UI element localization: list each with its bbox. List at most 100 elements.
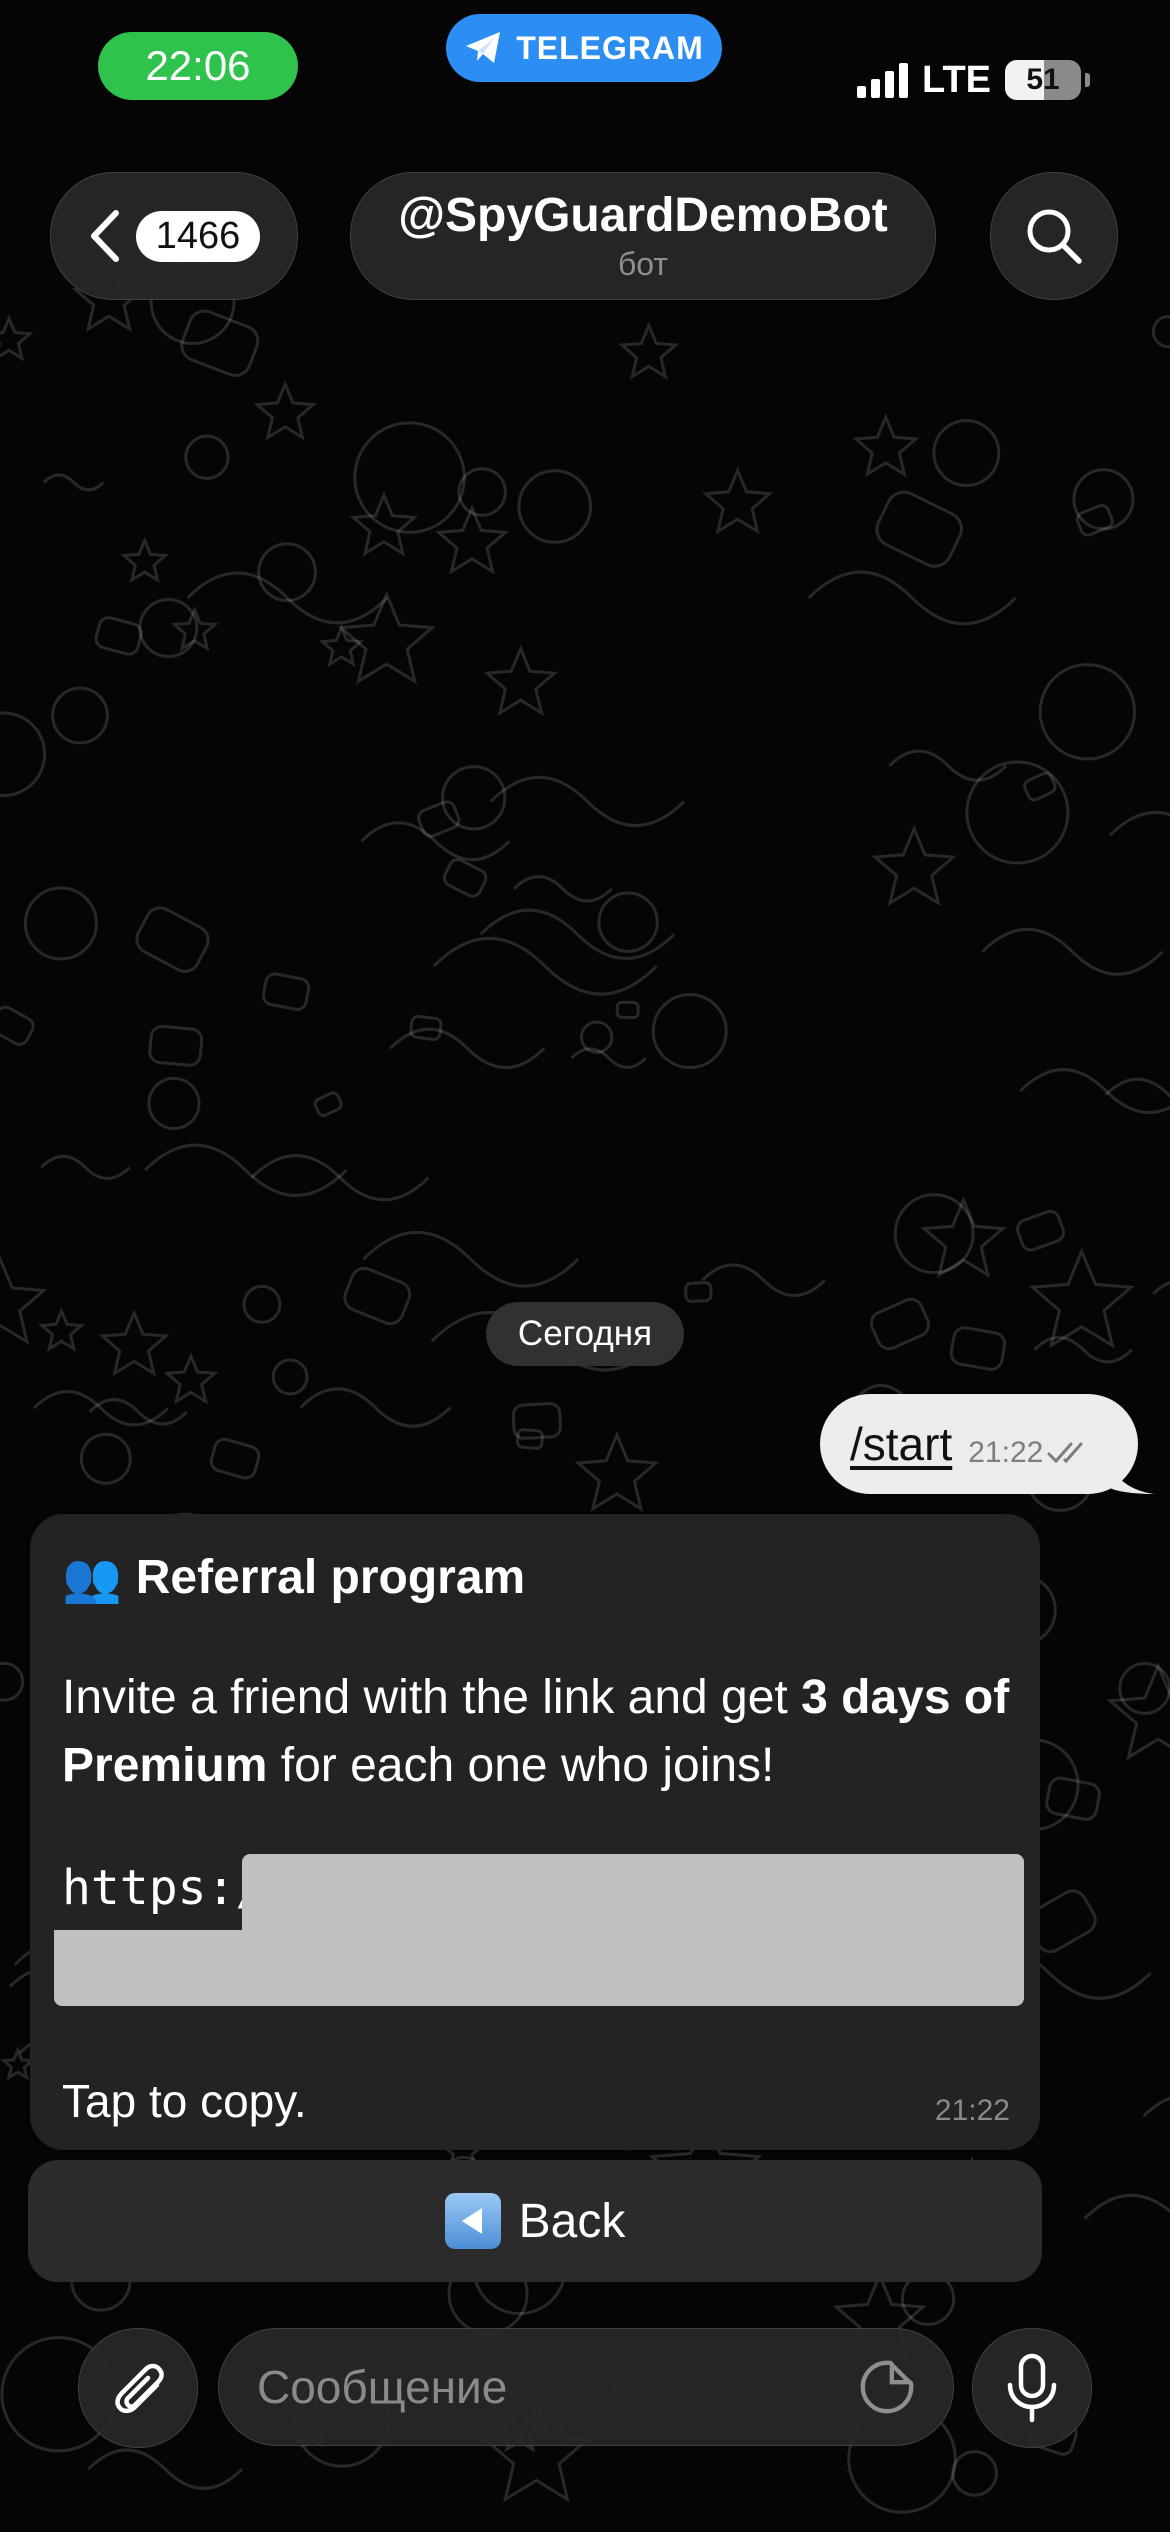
wallpaper-doodle: [1045, 1776, 1101, 1821]
attach-button[interactable]: [78, 2328, 198, 2448]
wallpaper-doodle: [1028, 1247, 1135, 1349]
back-keyboard-button[interactable]: Back: [28, 2160, 1042, 2282]
wallpaper-doodle: [143, 1143, 348, 1197]
wallpaper-doodle: [98, 1309, 170, 1377]
message-composer[interactable]: [218, 2328, 954, 2446]
wallpaper-doodle: [257, 542, 317, 602]
wallpaper-doodle: [442, 858, 488, 898]
wallpaper-doodle: [871, 824, 957, 907]
chevron-left-icon: [90, 210, 119, 262]
wallpaper-doodle: [1023, 771, 1057, 802]
message-title: Referral program: [135, 1550, 526, 1604]
wallpaper-doodle: [457, 467, 507, 517]
incoming-message-time: 21:22: [934, 2094, 1010, 2127]
wallpaper-doodle: [489, 775, 686, 828]
wallpaper-doodle: [299, 1387, 452, 1428]
message-body: Invite a friend with the link and get 3 …: [62, 1671, 1010, 1792]
wallpaper-doodle: [0, 1005, 35, 1046]
wallpaper-doodle: [511, 1402, 563, 1440]
wallpaper-doodle: [37, 1307, 86, 1352]
wallpaper-doodle: [701, 1263, 826, 1297]
wallpaper-doodle: [574, 1430, 660, 1512]
wallpaper-doodle: [42, 473, 105, 492]
status-time: 22:06: [98, 32, 298, 100]
redaction-block: [242, 1854, 1024, 1934]
date-separator: Сегодня: [486, 1302, 684, 1366]
battery-level: 51: [1026, 63, 1060, 96]
chat-title-button[interactable]: @SpyGuardDemoBot бот: [350, 172, 936, 300]
wallpaper-doodle: [135, 906, 210, 973]
wallpaper-doodle: [869, 1297, 931, 1351]
wallpaper-doodle: [147, 1076, 201, 1130]
wallpaper-doodle: [0, 1254, 48, 1345]
wallpaper-doodle: [186, 571, 389, 625]
telegram-plane-icon: [466, 32, 501, 63]
wallpaper-doodle: [40, 1154, 131, 1180]
wallpaper-doodle: [360, 821, 511, 862]
wallpaper-doodle: [261, 972, 311, 1011]
wallpaper-doodle: [615, 1000, 640, 1019]
wallpaper-doodle: [0, 711, 47, 797]
back-button[interactable]: 1466: [50, 172, 298, 300]
wallpaper-doodle: [684, 1281, 713, 1303]
wallpaper-doodle: [1152, 1281, 1170, 1295]
signal-icon: [857, 62, 909, 98]
referral-link[interactable]: https:/: [62, 1860, 264, 1916]
people-emoji-icon: 👥: [62, 1551, 122, 1605]
wallpaper-doodle: [0, 2046, 36, 2081]
wallpaper-doodle: [512, 875, 613, 903]
wallpaper-doodle: [271, 1358, 309, 1396]
double-check-icon: [1047, 1442, 1083, 1464]
wallpaper-doodle: [920, 1196, 1007, 1279]
wallpaper-doodle: [618, 321, 680, 380]
wallpaper-doodle: [875, 490, 963, 568]
wallpaper-doodle: [1072, 468, 1135, 531]
wallpaper-doodle: [1118, 1662, 1170, 1715]
search-button[interactable]: [990, 172, 1118, 300]
wallpaper-doodle: [597, 891, 659, 953]
wallpaper-doodle: [318, 623, 365, 668]
wallpaper-doodle: [570, 1047, 647, 1069]
wallpaper-doodle: [1038, 663, 1137, 761]
redaction-block: [54, 1930, 1024, 2006]
incoming-message[interactable]: 👥 Referral program Invite a friend with …: [30, 1514, 1040, 2150]
wallpaper-doodle: [951, 2450, 998, 2497]
wallpaper-doodle: [1108, 811, 1170, 837]
wallpaper-doodle: [1033, 1335, 1134, 1364]
wallpaper-doodle: [209, 1437, 261, 1480]
wallpaper-doodle: [120, 536, 170, 584]
unread-count-badge: 1466: [135, 210, 261, 262]
wallpaper-doodle: [483, 644, 559, 717]
battery-icon: 51: [1005, 60, 1081, 100]
wallpaper-doodle: [432, 936, 658, 996]
wallpaper-doodle: [242, 1284, 282, 1324]
telegram-return-pill[interactable]: TELEGRAM: [446, 14, 722, 82]
wallpaper-doodle: [253, 380, 317, 441]
search-icon: [1027, 209, 1082, 264]
wallpaper-doodle: [932, 419, 1001, 487]
outgoing-message-text[interactable]: /start: [850, 1417, 952, 1471]
sticker-icon[interactable]: [857, 2356, 917, 2418]
wallpaper-doodle: [1142, 2096, 1170, 2118]
bubble-tail: [1110, 1458, 1154, 1494]
tap-to-copy-text: Tap to copy.: [62, 2075, 307, 2127]
outgoing-message[interactable]: /start 21:22: [820, 1394, 1138, 1494]
wallpaper-doodle: [807, 570, 1017, 626]
wallpaper-doodle: [94, 616, 143, 656]
status-indicators: LTE 51: [857, 52, 1090, 108]
wallpaper-doodle: [852, 413, 920, 478]
wallpaper-doodle: [1083, 2193, 1170, 2220]
microphone-icon: [1007, 2353, 1057, 2423]
wallpaper-doodle: [184, 434, 230, 480]
voice-record-button[interactable]: [972, 2328, 1092, 2448]
back-keyboard-button-label: Back: [518, 2194, 626, 2248]
wallpaper-doodle: [362, 1230, 580, 1288]
wallpaper-doodle: [701, 466, 774, 535]
wallpaper-doodle: [79, 1432, 132, 1485]
wallpaper-doodle: [1019, 1068, 1170, 1114]
wallpaper-doodle: [313, 1091, 343, 1118]
wallpaper-doodle: [1104, 1077, 1170, 1098]
network-type: LTE: [922, 58, 991, 101]
message-input[interactable]: [255, 2359, 857, 2415]
wallpaper-doodle: [888, 749, 1008, 782]
